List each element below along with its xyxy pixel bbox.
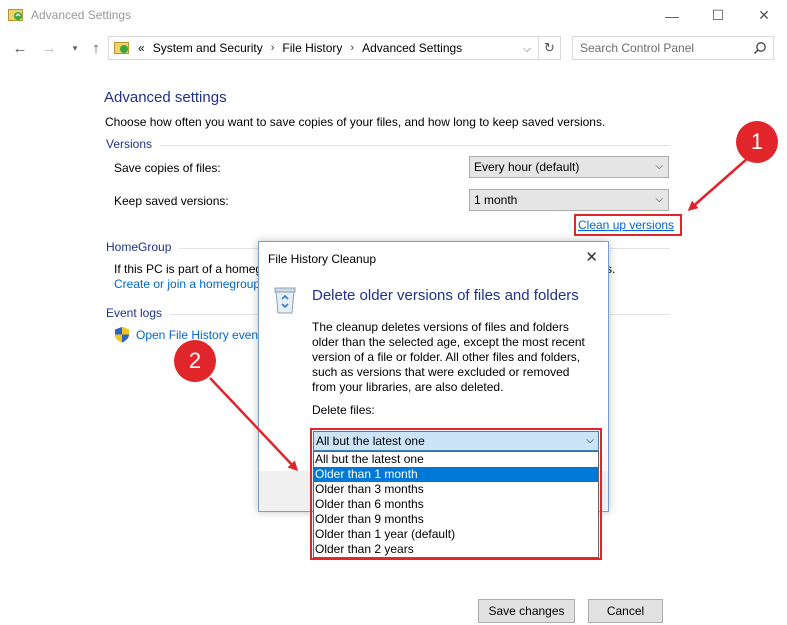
annotation-arrows	[209, 157, 749, 472]
annotation-badge-1: 1	[736, 121, 778, 163]
annotation-badge-2: 2	[174, 340, 216, 382]
arrow-1	[687, 157, 749, 211]
arrow-2	[209, 377, 299, 472]
